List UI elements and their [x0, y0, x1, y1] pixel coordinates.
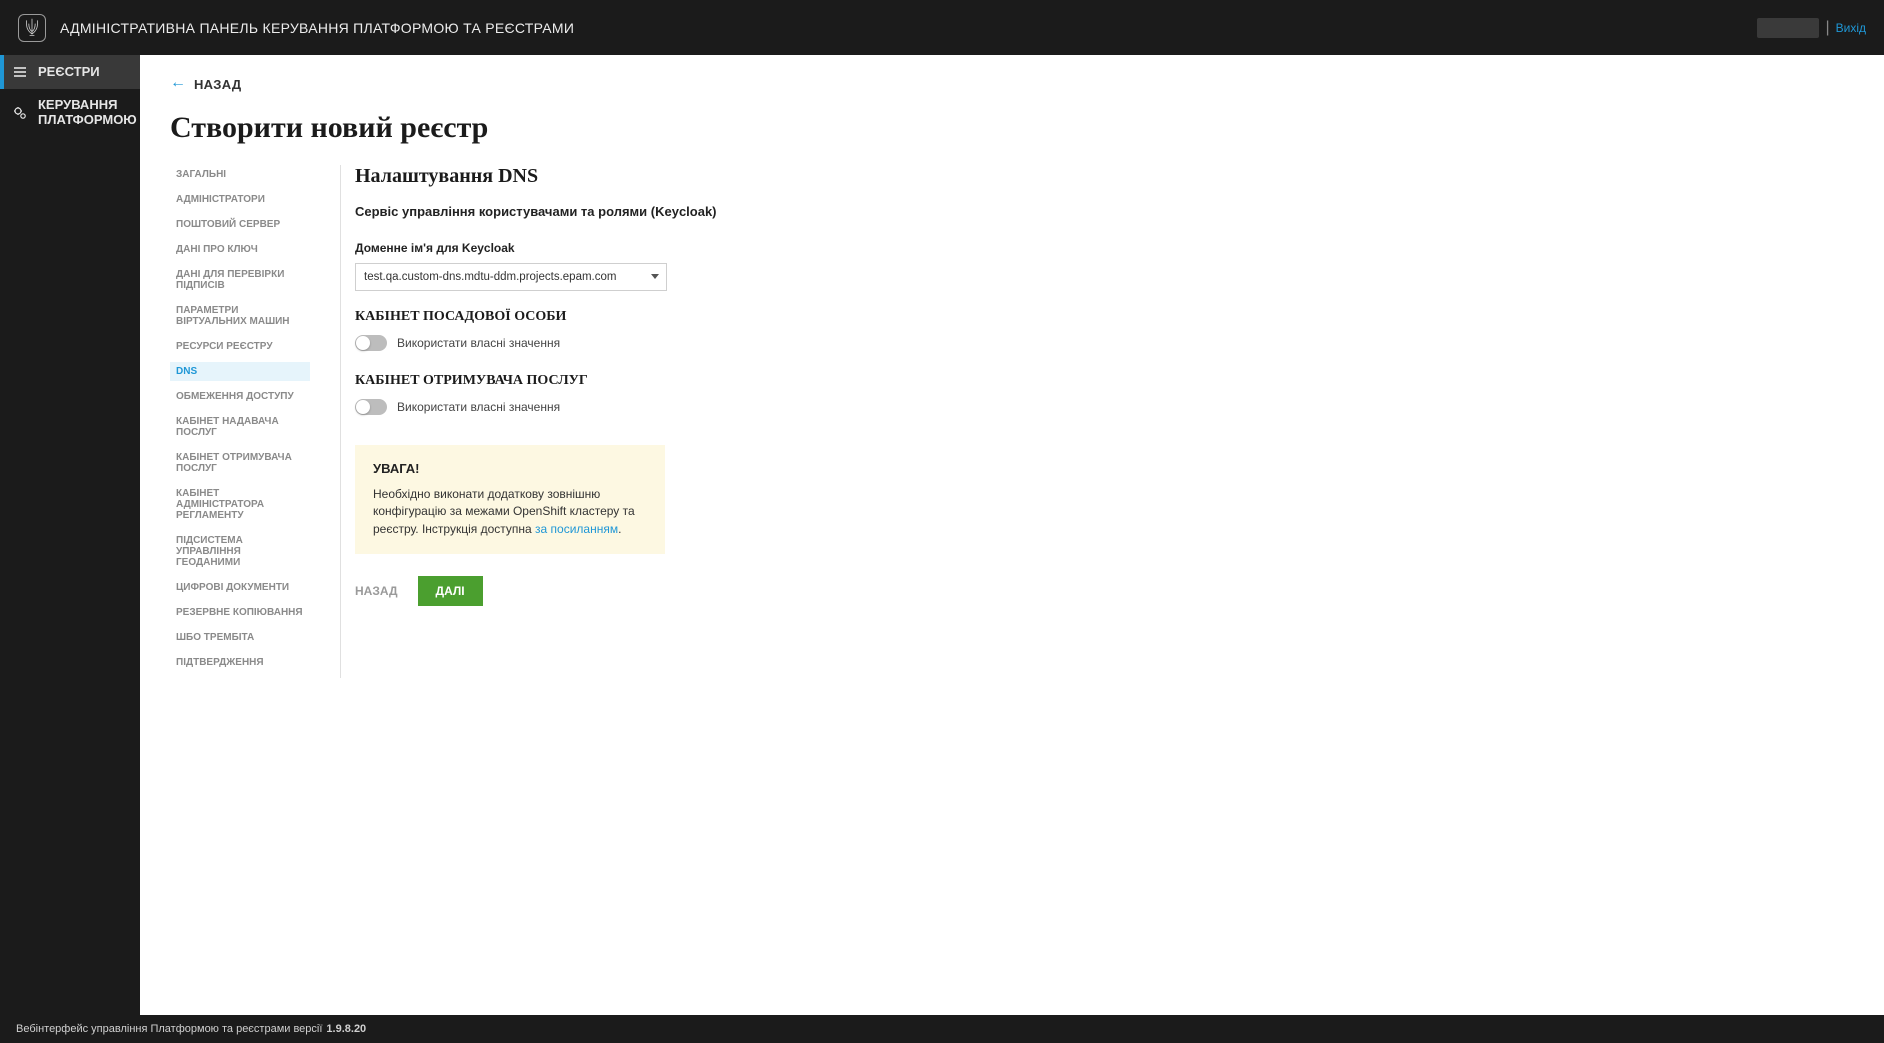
officer-custom-toggle-label: Використати власні значення [397, 336, 560, 350]
step-mail-server[interactable]: ПОШТОВИЙ СЕРВЕР [170, 215, 310, 234]
back-button[interactable]: НАЗАД [355, 576, 398, 606]
logout-link[interactable]: Вихід [1836, 21, 1866, 35]
ukraine-trident-icon [18, 14, 46, 42]
citizen-custom-toggle-row: Використати власні значення [355, 399, 820, 415]
form-actions: НАЗАД ДАЛІ [355, 576, 820, 606]
step-citizen-cabinet[interactable]: КАБІНЕТ ОТРИМУВАЧА ПОСЛУГ [170, 448, 310, 478]
toggle-knob-icon [356, 336, 370, 350]
step-backups[interactable]: РЕЗЕРВНЕ КОПІЮВАННЯ [170, 603, 310, 622]
step-trembita[interactable]: ШБО ТРЕМБІТА [170, 628, 310, 647]
citizen-custom-toggle-label: Використати власні значення [397, 400, 560, 414]
keycloak-domain-select[interactable]: test.qa.custom-dns.mdtu-ddm.projects.epa… [355, 263, 667, 291]
footer-version: 1.9.8.20 [326, 1023, 366, 1035]
step-regulation-admin-cabinet[interactable]: КАБІНЕТ АДМІНІСТРАТОРА РЕГЛАМЕНТУ [170, 484, 310, 525]
user-badge[interactable] [1757, 18, 1819, 38]
officer-custom-toggle-row: Використати власні значення [355, 335, 820, 351]
content-columns: ЗАГАЛЬНІ АДМІНІСТРАТОРИ ПОШТОВИЙ СЕРВЕР … [170, 165, 1854, 678]
step-registry-resources[interactable]: РЕСУРСИ РЕЄСТРУ [170, 337, 310, 356]
officer-cabinet-title: КАБІНЕТ ПОСАДОВОЇ ОСОБИ [355, 309, 820, 325]
list-icon [12, 64, 28, 80]
header-right: | Вихід [1757, 18, 1866, 38]
step-confirmation[interactable]: ПІДТВЕРДЖЕННЯ [170, 653, 310, 672]
step-general[interactable]: ЗАГАЛЬНІ [170, 165, 310, 184]
back-label: НАЗАД [194, 77, 241, 92]
sidebar-item-platform-management[interactable]: КЕРУВАННЯ ПЛАТФОРМОЮ [0, 89, 140, 137]
toggle-knob-icon [356, 400, 370, 414]
step-access-limits[interactable]: ОБМЕЖЕННЯ ДОСТУПУ [170, 387, 310, 406]
footer: Вебінтерфейс управління Платформою та ре… [0, 1015, 1884, 1043]
sidebar: РЕЄСТРИ КЕРУВАННЯ ПЛАТФОРМОЮ [0, 55, 140, 1015]
officer-custom-toggle[interactable] [355, 335, 387, 351]
citizen-cabinet-title: КАБІНЕТ ОТРИМУВАЧА ПОСЛУГ [355, 373, 820, 389]
sidebar-item-registries[interactable]: РЕЄСТРИ [0, 55, 140, 89]
step-dns[interactable]: DNS [170, 362, 310, 381]
step-admins[interactable]: АДМІНІСТРАТОРИ [170, 190, 310, 209]
keycloak-domain-select-wrap: test.qa.custom-dns.mdtu-ddm.projects.epa… [355, 263, 667, 291]
next-button[interactable]: ДАЛІ [418, 576, 483, 606]
header-left: АДМІНІСТРАТИВНА ПАНЕЛЬ КЕРУВАННЯ ПЛАТФОР… [18, 14, 574, 42]
arrow-left-icon: ← [170, 74, 186, 92]
footer-text: Вебінтерфейс управління Платформою та ре… [16, 1023, 322, 1035]
step-signature-check[interactable]: ДАНІ ДЛЯ ПЕРЕВІРКИ ПІДПИСІВ [170, 265, 310, 295]
sidebar-item-label: КЕРУВАННЯ ПЛАТФОРМОЮ [38, 98, 137, 128]
step-digital-documents[interactable]: ЦИФРОВІ ДОКУМЕНТИ [170, 578, 310, 597]
sidebar-item-label: РЕЄСТРИ [38, 65, 100, 80]
instructions-link[interactable]: за посиланням [535, 522, 618, 536]
app-title: АДМІНІСТРАТИВНА ПАНЕЛЬ КЕРУВАННЯ ПЛАТФОР… [60, 20, 574, 36]
step-officer-cabinet[interactable]: КАБІНЕТ НАДАВАЧА ПОСЛУГ [170, 412, 310, 442]
notice-title: УВАГА! [373, 461, 647, 476]
dns-form: Налаштування DNS Сервіс управління корис… [340, 165, 820, 678]
citizen-custom-toggle[interactable] [355, 399, 387, 415]
main-content: ← НАЗАД Створити новий реєстр ЗАГАЛЬНІ А… [140, 55, 1884, 1015]
settings-cloud-icon [12, 105, 28, 121]
domain-label: Доменне ім'я для Keycloak [355, 241, 820, 255]
notice-body: Необхідно виконати додаткову зовнішню ко… [373, 486, 647, 538]
app-header: АДМІНІСТРАТИВНА ПАНЕЛЬ КЕРУВАННЯ ПЛАТФОР… [0, 0, 1884, 55]
back-link[interactable]: ← НАЗАД [170, 75, 1854, 93]
step-vm-params[interactable]: ПАРАМЕТРИ ВІРТУАЛЬНИХ МАШИН [170, 301, 310, 331]
page-title: Створити новий реєстр [170, 111, 1854, 145]
wizard-steps: ЗАГАЛЬНІ АДМІНІСТРАТОРИ ПОШТОВИЙ СЕРВЕР … [170, 165, 310, 678]
body: РЕЄСТРИ КЕРУВАННЯ ПЛАТФОРМОЮ ← НАЗАД Ств… [0, 55, 1884, 1015]
section-title: Налаштування DNS [355, 165, 820, 188]
step-key-data[interactable]: ДАНІ ПРО КЛЮЧ [170, 240, 310, 259]
warning-notice: УВАГА! Необхідно виконати додаткову зовн… [355, 445, 665, 554]
keycloak-subtitle: Сервіс управління користувачами та ролям… [355, 204, 820, 219]
notice-text-2: . [618, 522, 621, 536]
step-geo-subsystem[interactable]: ПІДСИСТЕМА УПРАВЛІННЯ ГЕОДАНИМИ [170, 531, 310, 572]
